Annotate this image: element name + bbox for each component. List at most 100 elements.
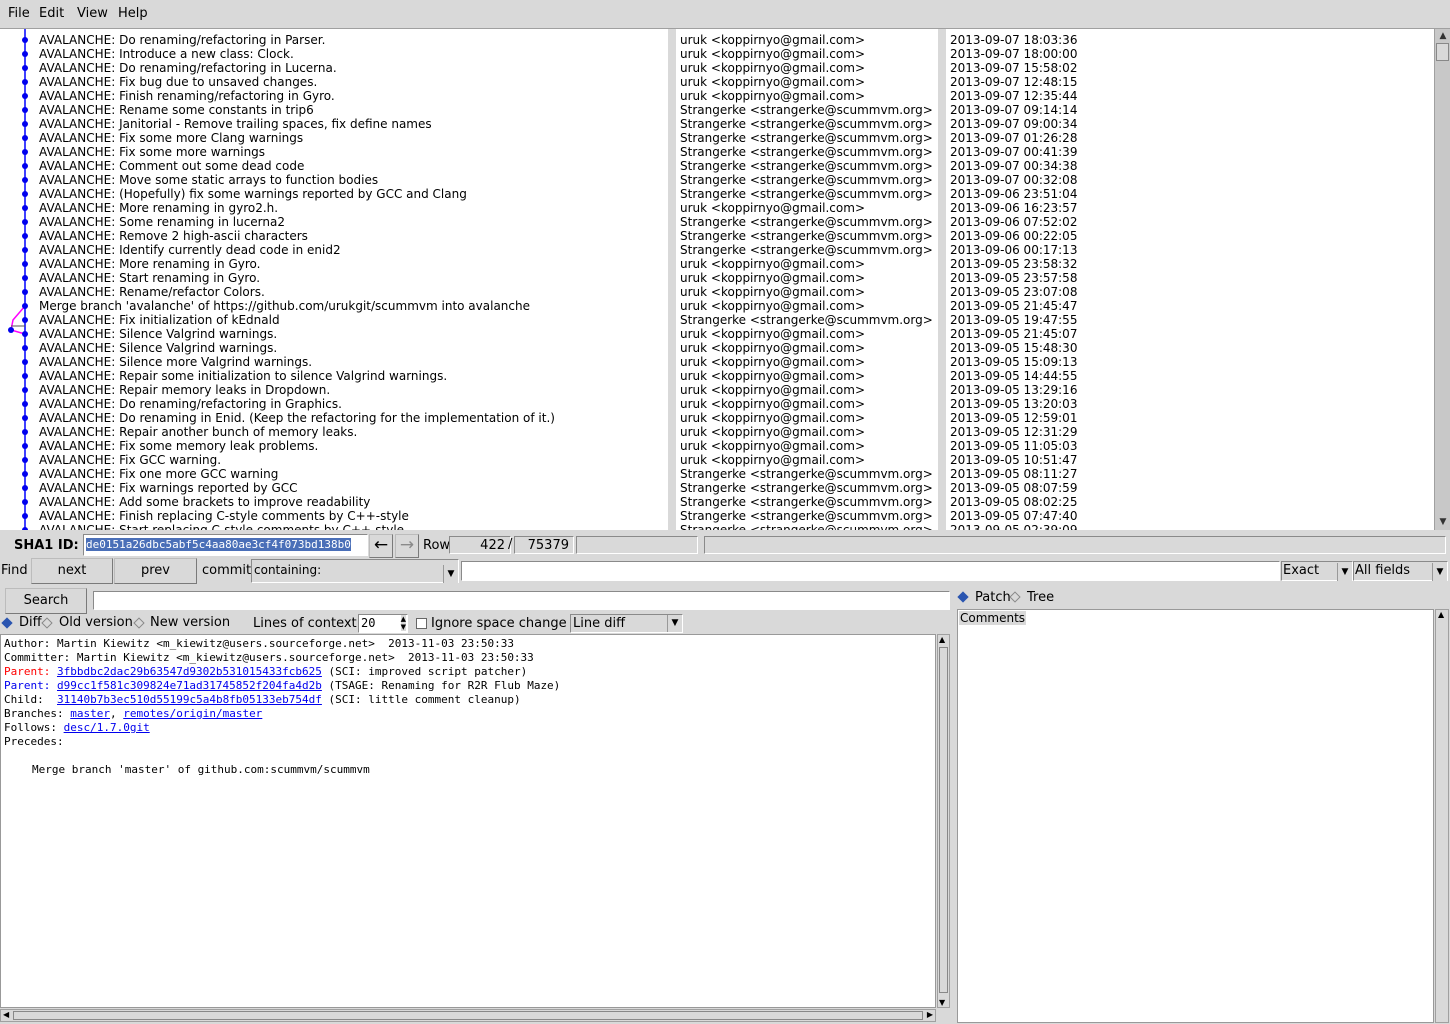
forward-arrow-icon[interactable]: → [395, 534, 419, 558]
commit-row-author[interactable]: Strangerke <strangerke@scummvm.org> [680, 131, 933, 145]
commit-row-date[interactable]: 2013-09-07 00:32:08 [950, 173, 1077, 187]
commit-row-date[interactable]: 2013-09-05 10:51:47 [950, 453, 1077, 467]
commit-row-message[interactable]: AVALANCHE: Fix GCC warning. [39, 453, 221, 467]
commit-row-message[interactable]: AVALANCHE: Remove 2 high-ascii character… [39, 229, 308, 243]
tree-radio[interactable] [1009, 591, 1021, 603]
commit-row-message[interactable]: AVALANCHE: Comment out some dead code [39, 159, 304, 173]
commit-row-message[interactable]: AVALANCHE: Fix some more warnings [39, 145, 265, 159]
commit-row-date[interactable]: 2013-09-05 08:07:59 [950, 481, 1077, 495]
scroll-thumb[interactable] [939, 647, 948, 993]
commit-row-author[interactable]: Strangerke <strangerke@scummvm.org> [680, 187, 933, 201]
commit-row-date[interactable]: 2013-09-06 16:23:57 [950, 201, 1077, 215]
commit-row-date[interactable]: 2013-09-05 23:58:32 [950, 257, 1077, 271]
menu-file[interactable]: File [8, 6, 30, 21]
commit-row-author[interactable]: uruk <koppirnyo@gmail.com> [680, 425, 865, 439]
column-sash[interactable] [938, 29, 946, 530]
commit-row-author[interactable]: Strangerke <strangerke@scummvm.org> [680, 495, 933, 509]
commit-row-message[interactable]: AVALANCHE: Finish replacing C-style comm… [39, 509, 409, 523]
menu-help[interactable]: Help [118, 6, 148, 21]
commit-row-author[interactable]: Strangerke <strangerke@scummvm.org> [680, 509, 933, 523]
diff-mode-dropdown[interactable]: Line diff ▼ [570, 614, 683, 633]
commit-row-date[interactable]: 2013-09-05 07:47:40 [950, 509, 1077, 523]
commit-row-date[interactable]: 2013-09-05 21:45:07 [950, 327, 1077, 341]
find-match-dropdown[interactable]: Exact ▼ [1281, 561, 1353, 581]
commit-row-author[interactable]: uruk <koppirnyo@gmail.com> [680, 327, 865, 341]
commit-row-message[interactable]: AVALANCHE: Fix some more Clang warnings [39, 131, 303, 145]
commit-row-date[interactable]: 2013-09-07 09:14:14 [950, 103, 1077, 117]
column-sash[interactable] [668, 29, 676, 530]
scroll-up-icon[interactable]: ▲ [1437, 30, 1449, 42]
commit-row-date[interactable]: 2013-09-07 18:00:00 [950, 47, 1077, 61]
details-hscrollbar[interactable]: ◀ ▶ [0, 1009, 936, 1022]
commit-row-author[interactable]: Strangerke <strangerke@scummvm.org> [680, 117, 933, 131]
back-arrow-icon[interactable]: ← [369, 534, 393, 558]
commit-row-date[interactable]: 2013-09-05 15:09:13 [950, 355, 1077, 369]
commit-row-date[interactable]: 2013-09-05 08:02:25 [950, 495, 1077, 509]
commit-row-author[interactable]: Strangerke <strangerke@scummvm.org> [680, 145, 933, 159]
commit-row-author[interactable]: uruk <koppirnyo@gmail.com> [680, 341, 865, 355]
find-prev-button[interactable]: prev [114, 558, 197, 584]
commit-row-author[interactable]: uruk <koppirnyo@gmail.com> [680, 89, 865, 103]
commit-row-date[interactable]: 2013-09-05 14:44:55 [950, 369, 1077, 383]
commit-row-message[interactable]: AVALANCHE: Silence Valgrind warnings. [39, 327, 277, 341]
commit-row-message[interactable]: AVALANCHE: Do renaming in Enid. (Keep th… [39, 411, 555, 425]
commit-row-author[interactable]: uruk <koppirnyo@gmail.com> [680, 61, 865, 75]
commit-row-message[interactable]: AVALANCHE: Identify currently dead code … [39, 243, 341, 257]
commit-row-date[interactable]: 2013-09-05 02:39:09 [950, 523, 1077, 530]
branch-link[interactable]: remotes/origin/master [123, 707, 262, 720]
commit-row-author[interactable]: uruk <koppirnyo@gmail.com> [680, 257, 865, 271]
spin-arrows-icon[interactable]: ▲ ▼ [400, 615, 406, 631]
find-input[interactable] [461, 561, 1280, 581]
commit-row-date[interactable]: 2013-09-07 12:48:15 [950, 75, 1077, 89]
sha-field[interactable]: de0151a26dbc5abf5c4aa80ae3cf4f073bd138b0 [83, 534, 368, 556]
commit-row-author[interactable]: Strangerke <strangerke@scummvm.org> [680, 481, 933, 495]
commit-row-message[interactable]: AVALANCHE: (Hopefully) fix some warnings… [39, 187, 467, 201]
commit-row-author[interactable]: Strangerke <strangerke@scummvm.org> [680, 173, 933, 187]
commit-row-author[interactable]: uruk <koppirnyo@gmail.com> [680, 439, 865, 453]
commit-row-message[interactable]: AVALANCHE: Fix some memory leak problems… [39, 439, 318, 453]
commit-row-date[interactable]: 2013-09-07 01:26:28 [950, 131, 1077, 145]
commit-list-scrollbar[interactable]: ▲ ▼ [1434, 29, 1450, 530]
commit-row-message[interactable]: AVALANCHE: Some renaming in lucerna2 [39, 215, 285, 229]
commit-row-author[interactable]: uruk <koppirnyo@gmail.com> [680, 453, 865, 467]
search-button[interactable]: Search [5, 588, 87, 614]
commit-row-message[interactable]: AVALANCHE: Do renaming/refactoring in Pa… [39, 33, 325, 47]
commit-row-date[interactable]: 2013-09-05 23:57:58 [950, 271, 1077, 285]
commit-row-message[interactable]: AVALANCHE: Move some static arrays to fu… [39, 173, 378, 187]
commit-row-message[interactable]: AVALANCHE: Finish renaming/refactoring i… [39, 89, 335, 103]
child-link[interactable]: 31140b7b3ec510d55199c5a4b8fb05133eb754df [57, 693, 322, 706]
commit-row-message[interactable]: AVALANCHE: Silence Valgrind warnings. [39, 341, 277, 355]
commit-row-message[interactable]: AVALANCHE: More renaming in Gyro. [39, 257, 260, 271]
parent-link[interactable]: d99cc1f581c309824e71ad31745852f204fa4d2b [57, 679, 322, 692]
commit-row-message[interactable]: AVALANCHE: Repair some initialization to… [39, 369, 447, 383]
commit-row-date[interactable]: 2013-09-05 19:47:55 [950, 313, 1077, 327]
menu-edit[interactable]: Edit [39, 6, 64, 21]
commit-row-date[interactable]: 2013-09-05 08:11:27 [950, 467, 1077, 481]
branch-link[interactable]: master [70, 707, 110, 720]
commit-row-author[interactable]: Strangerke <strangerke@scummvm.org> [680, 229, 933, 243]
commit-row-date[interactable]: 2013-09-05 12:31:29 [950, 425, 1077, 439]
scroll-left-icon[interactable]: ◀ [3, 1010, 9, 1019]
comments-entry[interactable]: Comments [959, 611, 1027, 625]
commit-row-message[interactable]: AVALANCHE: More renaming in gyro2.h. [39, 201, 278, 215]
context-spinbox[interactable]: 20 ▲ ▼ [358, 614, 408, 633]
commit-row-date[interactable]: 2013-09-06 00:17:13 [950, 243, 1077, 257]
commit-row-date[interactable]: 2013-09-07 00:41:39 [950, 145, 1077, 159]
commit-row-author[interactable]: Strangerke <strangerke@scummvm.org> [680, 313, 933, 327]
commit-row-author[interactable]: Strangerke <strangerke@scummvm.org> [680, 103, 933, 117]
commit-row-message[interactable]: AVALANCHE: Rename/refactor Colors. [39, 285, 265, 299]
commit-row-message[interactable]: AVALANCHE: Start renaming in Gyro. [39, 271, 260, 285]
commit-row-author[interactable]: uruk <koppirnyo@gmail.com> [680, 299, 865, 313]
commit-row-author[interactable]: uruk <koppirnyo@gmail.com> [680, 397, 865, 411]
commit-row-date[interactable]: 2013-09-05 13:20:03 [950, 397, 1077, 411]
commit-row-author[interactable]: Strangerke <strangerke@scummvm.org> [680, 523, 933, 530]
commit-row-message[interactable]: AVALANCHE: Fix warnings reported by GCC [39, 481, 298, 495]
commit-row-message[interactable]: AVALANCHE: Janitorial - Remove trailing … [39, 117, 432, 131]
commit-row-author[interactable]: uruk <koppirnyo@gmail.com> [680, 355, 865, 369]
scroll-down-icon[interactable]: ▼ [939, 998, 945, 1007]
details-vscrollbar[interactable]: ▲ ▼ [937, 634, 950, 1008]
commit-row-date[interactable]: 2013-09-05 12:59:01 [950, 411, 1077, 425]
find-next-button[interactable]: next [31, 558, 113, 584]
commit-row-date[interactable]: 2013-09-06 07:52:02 [950, 215, 1077, 229]
commit-row-author[interactable]: uruk <koppirnyo@gmail.com> [680, 201, 865, 215]
